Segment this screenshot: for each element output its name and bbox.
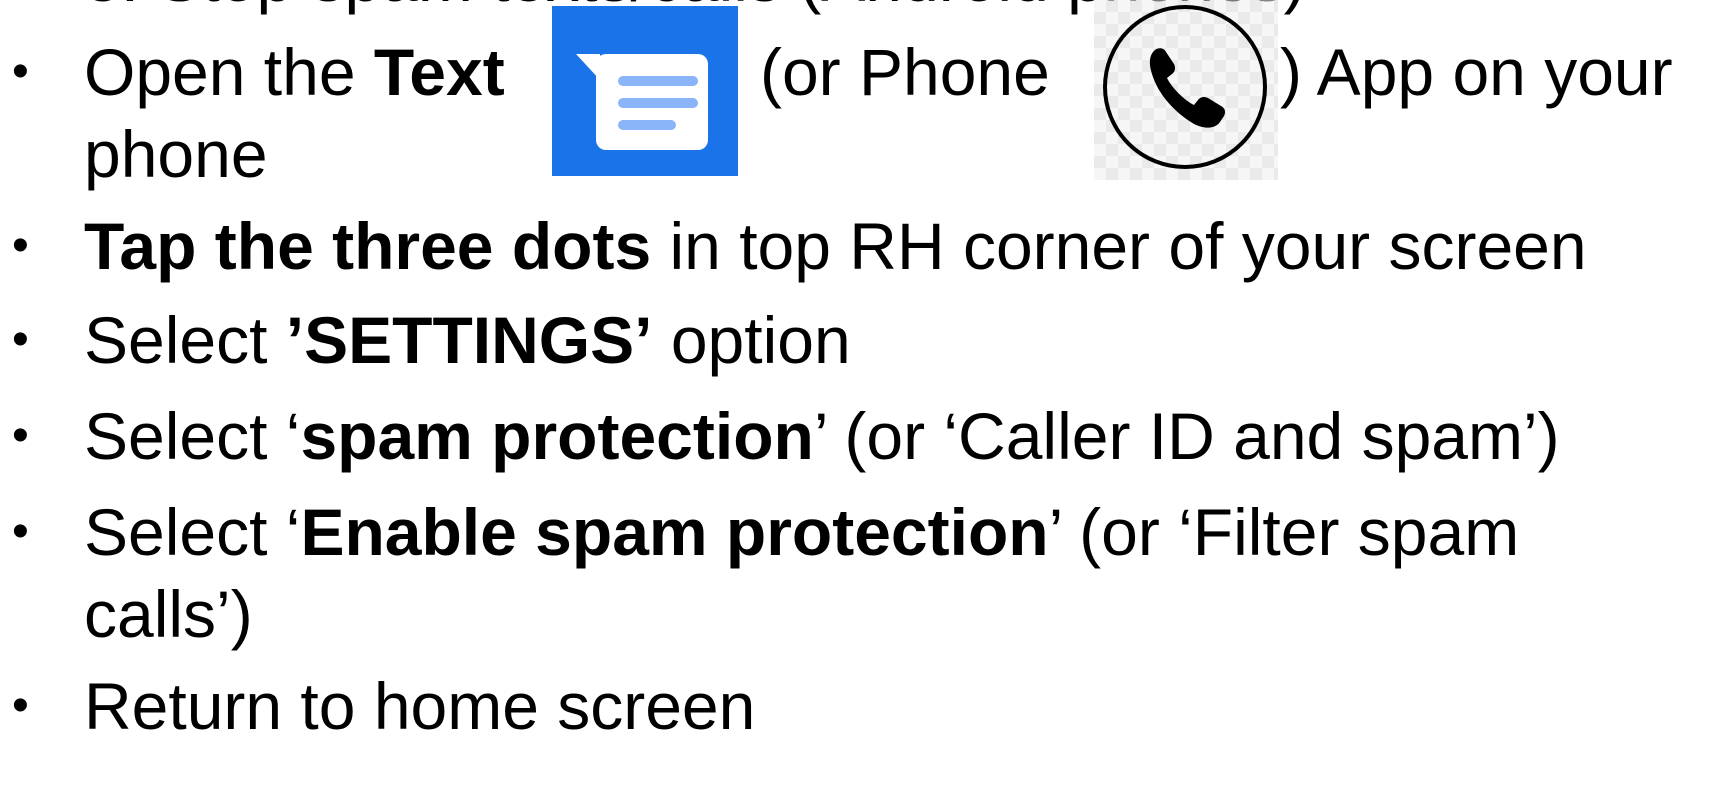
messages-app-icon [552,6,738,176]
step-1-line-1-post: ) App on your [1280,32,1673,112]
step-2-line: Tap the three dots in top RH corner of y… [84,206,1587,286]
step-1-pre: Open the [84,35,374,109]
step-5-line-1: Select ‘Enable spam protection’ (or ‘Fil… [84,492,1519,572]
step-2-bold: Tap the three dots [84,209,652,283]
bullet: • [12,409,29,462]
step-4-pre: Select ‘ [84,399,301,473]
step-6-line: Return to home screen [84,669,756,743]
bullet: • [12,505,29,558]
bullet: • [12,679,29,732]
bullet: • [12,313,29,366]
step-3-post: option [652,303,851,377]
step-5-bold: Enable spam protection [300,495,1049,569]
step-3-pre: Select [84,303,286,377]
step-3-line: Select ’SETTINGS’ option [84,300,851,380]
step-5-post: ’ (or ‘Filter spam [1048,495,1520,569]
step-5-line-2: calls’) [84,577,253,651]
step-4-bold: spam protection [300,399,814,473]
step-1-line-1: Open the Text [84,32,505,112]
slide: 3. Stop spam texts/calls (Android phones… [0,0,1734,810]
step-1-line-2: phone [84,117,268,191]
step-1-post: ) App on your [1280,35,1673,109]
step-1-line-1-mid: (or Phone [760,32,1050,112]
step-2-post: in top RH corner of your screen [651,209,1587,283]
step-1-bold: Text [373,35,505,109]
phone-app-icon [1103,5,1267,169]
step-1-mid: (or Phone [760,35,1050,109]
step-4-post: ’ (or ‘Caller ID and spam’) [813,399,1560,473]
step-5-pre: Select ‘ [84,495,301,569]
bullet: • [12,219,29,272]
step-3-bold: ’SETTINGS’ [285,303,653,377]
bullet: • [12,45,29,98]
step-4-line: Select ‘spam protection’ (or ‘Caller ID … [84,396,1560,476]
